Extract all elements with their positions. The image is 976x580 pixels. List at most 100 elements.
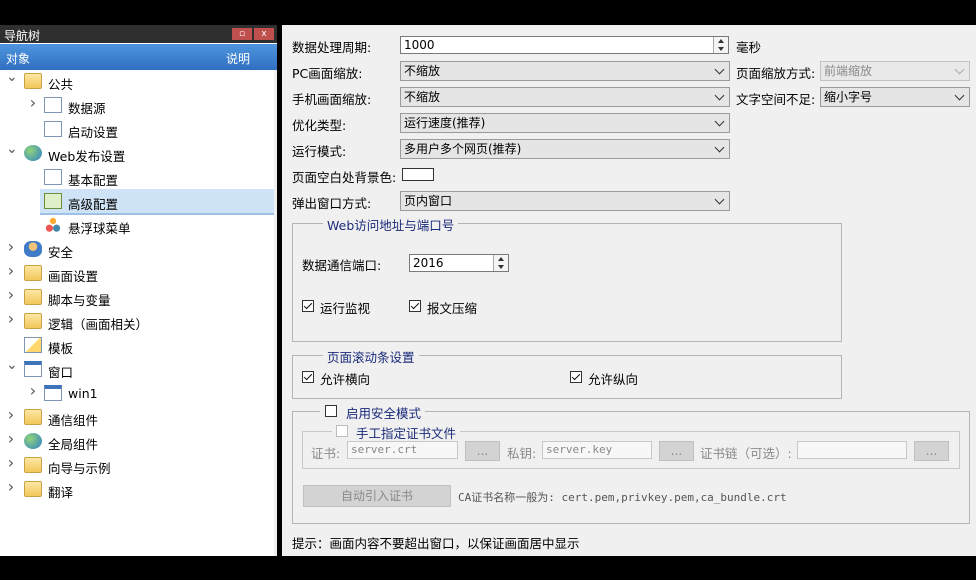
chevron-down-icon[interactable]: ⌄ xyxy=(6,142,18,156)
compress-checkbox[interactable] xyxy=(409,300,421,312)
tree-item[interactable]: 启动设置 xyxy=(0,119,274,141)
text-overflow-select[interactable]: 缩小字号 xyxy=(820,87,970,107)
page-zoom-mode-label: 页面缩放方式: xyxy=(736,66,816,81)
run-mode-value: 多用户多个网页(推荐) xyxy=(404,142,522,156)
period-spinner[interactable] xyxy=(713,37,728,53)
key-input[interactable]: server.key xyxy=(542,441,652,459)
chevron-right-icon[interactable]: › xyxy=(6,263,16,279)
bg-color-label: 页面空白处背景色: xyxy=(292,170,397,185)
chevron-right-icon[interactable]: › xyxy=(6,455,16,471)
pc-zoom-value: 不缩放 xyxy=(404,64,441,78)
chevron-down-icon[interactable]: ⌄ xyxy=(6,70,18,84)
chevron-right-icon[interactable]: › xyxy=(6,239,16,255)
vertical-scroll-checkbox[interactable] xyxy=(570,371,582,383)
period-value: 1000 xyxy=(404,38,435,52)
popup-select[interactable]: 页内窗口 xyxy=(400,191,730,211)
tree-item[interactable]: 悬浮球菜单 xyxy=(0,215,274,237)
port-input[interactable]: 2016 xyxy=(409,254,509,272)
tree-item-label: 数据源 xyxy=(68,101,106,116)
tree-item[interactable]: ⌄ 公共 xyxy=(0,70,274,93)
tree-item-label: 安全 xyxy=(48,245,74,260)
tree-item-label: 脚本与变量 xyxy=(48,293,111,308)
tree-item[interactable]: › 逻辑（画面相关） xyxy=(0,311,274,333)
tree-item-label: 模板 xyxy=(48,341,74,356)
globe-icon xyxy=(24,433,42,449)
chevron-right-icon[interactable]: › xyxy=(6,431,16,447)
folder-icon xyxy=(24,289,42,305)
page-zoom-mode-select[interactable]: 前端缩放 xyxy=(820,61,970,81)
run-mode-label: 运行模式: xyxy=(292,144,347,159)
chevron-down-icon xyxy=(715,91,725,101)
manual-cert-label: 手工指定证书文件 xyxy=(332,423,461,442)
bg-color-swatch[interactable] xyxy=(402,168,434,181)
monitor-checkbox[interactable] xyxy=(302,300,314,312)
tree-item[interactable]: › 翻译 xyxy=(0,479,274,501)
chevron-right-icon[interactable]: › xyxy=(28,383,38,399)
chevron-down-icon[interactable]: ⌄ xyxy=(6,358,18,372)
chevron-down-icon xyxy=(955,91,965,101)
chevron-right-icon[interactable]: › xyxy=(6,407,16,423)
column-object[interactable]: 对象 xyxy=(6,50,30,67)
tree-item-label: 悬浮球菜单 xyxy=(68,221,131,236)
nav-title: 导航树 xyxy=(4,29,41,43)
pin-button[interactable]: ▫ xyxy=(232,28,252,40)
window-doc-icon xyxy=(44,385,62,401)
tree-item[interactable]: › 画面设置 xyxy=(0,263,274,285)
tree-item[interactable]: 模板 xyxy=(0,335,274,357)
tree-item-label: 高级配置 xyxy=(68,197,119,212)
enable-security-checkbox[interactable] xyxy=(325,405,337,417)
chain-input[interactable] xyxy=(797,441,907,459)
nav-column-header: 对象 说明 xyxy=(0,44,277,70)
run-mode-select[interactable]: 多用户多个网页(推荐) xyxy=(400,139,730,159)
tree-item[interactable]: ⌄ Web发布设置 xyxy=(0,142,274,165)
chevron-right-icon[interactable]: › xyxy=(6,479,16,495)
tree-item[interactable]: › 数据源 xyxy=(0,95,274,117)
pc-zoom-label: PC画面缩放: xyxy=(292,66,363,81)
chevron-right-icon[interactable]: › xyxy=(6,311,16,327)
manual-cert-checkbox[interactable] xyxy=(336,425,348,437)
folder-icon xyxy=(24,481,42,497)
tree-item[interactable]: 高级配置 xyxy=(0,191,274,213)
tree-item-label: 基本配置 xyxy=(68,173,119,188)
monitor-label: 运行监视 xyxy=(320,301,371,316)
optimize-value: 运行速度(推荐) xyxy=(404,116,486,130)
tree-item[interactable]: › 通信组件 xyxy=(0,407,274,429)
optimize-select[interactable]: 运行速度(推荐) xyxy=(400,113,730,133)
cert-label: 证书: xyxy=(311,446,341,461)
period-input[interactable]: 1000 xyxy=(400,36,729,54)
tree-item[interactable]: › win1 xyxy=(0,383,274,405)
tree-item[interactable]: › 全局组件 xyxy=(0,431,274,453)
chain-browse-button[interactable]: ... xyxy=(914,441,949,461)
chevron-right-icon[interactable]: › xyxy=(6,287,16,303)
auto-import-cert-button[interactable]: 自动引入证书 xyxy=(303,485,451,507)
close-button[interactable]: x xyxy=(254,28,274,40)
horizontal-scroll-checkbox[interactable] xyxy=(302,371,314,383)
globe-icon xyxy=(24,145,42,161)
ca-hint: CA证书名称一般为: cert.pem,privkey.pem,ca_bundl… xyxy=(458,491,787,504)
key-label: 私钥: xyxy=(507,446,537,461)
chevron-right-icon[interactable]: › xyxy=(28,95,38,111)
cert-browse-button[interactable]: ... xyxy=(465,441,500,461)
users-icon xyxy=(24,241,42,257)
pc-zoom-select[interactable]: 不缩放 xyxy=(400,61,730,81)
tree-item[interactable]: ⌄ 窗口 xyxy=(0,358,274,381)
chevron-down-icon xyxy=(715,143,725,153)
nav-scrollbar[interactable] xyxy=(274,70,277,556)
port-spinner[interactable] xyxy=(493,255,508,271)
column-description[interactable]: 说明 xyxy=(226,50,250,67)
mobile-zoom-label: 手机画面缩放: xyxy=(292,92,372,107)
key-browse-button[interactable]: ... xyxy=(659,441,694,461)
cert-input[interactable]: server.crt xyxy=(347,441,458,459)
tree-item-label: 启动设置 xyxy=(68,125,119,140)
tree-item-label: 画面设置 xyxy=(48,269,99,284)
tree-item[interactable]: › 安全 xyxy=(0,239,274,261)
folder-icon xyxy=(24,313,42,329)
tree-item[interactable]: › 向导与示例 xyxy=(0,455,274,477)
folder-icon xyxy=(24,265,42,281)
folder-icon xyxy=(24,73,42,89)
tree-item-label: 逻辑（画面相关） xyxy=(48,317,149,332)
tree-item[interactable]: › 脚本与变量 xyxy=(0,287,274,309)
mobile-zoom-select[interactable]: 不缩放 xyxy=(400,87,730,107)
tree-item[interactable]: 基本配置 xyxy=(0,167,274,189)
template-icon xyxy=(24,337,42,353)
